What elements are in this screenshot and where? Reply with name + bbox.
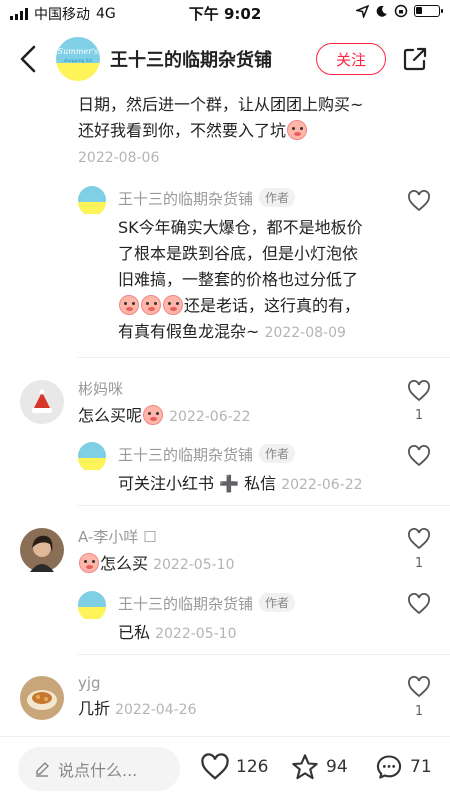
reply-avatar[interactable]	[78, 591, 106, 623]
collect-count: 94	[326, 757, 348, 777]
avatar[interactable]	[20, 676, 64, 724]
pencil-icon	[36, 762, 49, 777]
like-count: 1	[414, 408, 424, 423]
reply-text-line: 有真有假鱼龙混杂~ 2022-08-09	[118, 322, 346, 341]
avatar[interactable]	[20, 528, 64, 576]
comment-button[interactable]: 71	[374, 753, 432, 781]
comment-placeholder: 说点什么...	[58, 761, 138, 780]
commenter-name[interactable]: A-李小咩 ☐	[78, 526, 234, 547]
like-icon[interactable]	[407, 676, 431, 698]
reply-author-name[interactable]: 王十三的临期杂货铺	[118, 446, 253, 464]
emoji-icon	[287, 120, 308, 140]
location-icon	[356, 4, 369, 18]
divider	[78, 505, 450, 506]
divider	[78, 357, 450, 358]
emoji-icon	[79, 553, 99, 573]
heart-icon	[201, 753, 229, 780]
lock-rotation-icon	[394, 4, 408, 18]
comment-text: 怎么买 2022-05-10	[78, 551, 234, 578]
reply-comment[interactable]: 王十三的临期杂货铺 作者 已私 2022-05-10	[118, 593, 296, 647]
comment-date: 2022-05-10	[153, 557, 235, 573]
parent-comment[interactable]: 日期，然后进一个群，让从团团上购买~ 还好我看到你，不然要入了坑 2022-08…	[78, 92, 363, 166]
comment-bubble-icon	[376, 755, 402, 779]
comment-input[interactable]: 说点什么...	[18, 747, 180, 791]
status-bar: 中国移动 4G 下午 9:02	[0, 0, 450, 26]
reply-avatar[interactable]	[78, 186, 106, 218]
reply-comment[interactable]: 王十三的临期杂货铺 作者 SK今年确实大爆仓，都不是地板价 了根本是跌到谷底，但是…	[118, 188, 363, 346]
like-count: 1	[414, 556, 424, 571]
shop-avatar[interactable]: Summer's shopping list	[56, 37, 100, 81]
comment-date: 2022-08-06	[78, 150, 160, 166]
like-icon[interactable]	[407, 380, 431, 402]
parent-text-line: 日期，然后进一个群，让从团团上购买~	[78, 95, 364, 114]
shop-name[interactable]: 王十三的临期杂货铺	[110, 46, 272, 72]
comment-date: 2022-08-09	[264, 325, 346, 341]
emoji-icon	[141, 295, 161, 315]
reply-text-line: 旧难搞，一整套的价格也过分低了	[118, 270, 359, 289]
comment-date: 2022-06-22	[281, 477, 363, 493]
emoji-icon	[163, 295, 183, 315]
comment-date: 2022-06-22	[169, 409, 251, 425]
comment-count: 71	[410, 757, 432, 777]
divider	[78, 654, 450, 655]
avatar[interactable]	[20, 380, 64, 428]
like-icon[interactable]	[407, 190, 431, 212]
comment-text: 几折 2022-04-26	[78, 699, 197, 718]
author-badge: 作者	[259, 188, 296, 207]
avatar-subtext: shopping list	[64, 58, 93, 64]
like-count: 1	[414, 704, 424, 719]
like-icon[interactable]	[407, 593, 431, 615]
reply-avatar[interactable]	[78, 442, 106, 474]
reply-text: 可关注小红书 ➕ 私信 2022-06-22	[118, 474, 363, 493]
reply-author-name[interactable]: 王十三的临期杂货铺	[118, 190, 253, 208]
star-icon	[292, 754, 318, 780]
reply-text-line: 还是老话，这行真的有，	[118, 293, 363, 319]
collect-button[interactable]: 94	[290, 753, 348, 781]
parent-text-line: 还好我看到你，不然要入了坑	[78, 118, 363, 144]
commenter-name[interactable]: yjg	[78, 674, 196, 692]
comment[interactable]: yjg 几折 2022-04-26	[78, 674, 196, 723]
like-button[interactable]: 126	[200, 753, 268, 781]
header: Summer's shopping list 王十三的临期杂货铺 关注	[0, 32, 450, 86]
follow-button[interactable]: 关注	[316, 43, 386, 75]
moon-icon	[376, 5, 387, 17]
author-badge: 作者	[259, 593, 296, 612]
comment[interactable]: A-李小咩 ☐ 怎么买 2022-05-10	[78, 526, 234, 578]
battery-icon	[414, 5, 443, 17]
reply-text-line: SK今年确实大爆仓，都不是地板价	[118, 218, 363, 237]
reply-comment[interactable]: 王十三的临期杂货铺 作者 可关注小红书 ➕ 私信 2022-06-22	[118, 444, 363, 498]
comment-text: 怎么买呢 2022-06-22	[78, 405, 251, 425]
emoji-icon	[119, 295, 139, 315]
bottom-bar: 说点什么... 126 94 71	[0, 736, 450, 800]
commenter-name[interactable]: 彬妈咪	[78, 378, 250, 399]
comment[interactable]: 彬妈咪 怎么买呢 2022-06-22	[78, 378, 250, 430]
back-icon[interactable]	[16, 44, 40, 74]
like-icon[interactable]	[407, 445, 431, 467]
comment-date: 2022-05-10	[155, 626, 237, 642]
emoji-icon	[143, 405, 164, 425]
like-count-total: 126	[236, 757, 269, 777]
share-icon[interactable]	[402, 46, 428, 72]
comment-date: 2022-04-26	[115, 702, 197, 718]
avatar-text: Summer's	[58, 47, 99, 56]
author-badge: 作者	[259, 444, 296, 463]
reply-author-name[interactable]: 王十三的临期杂货铺	[118, 595, 253, 613]
reply-text: 已私 2022-05-10	[118, 623, 237, 642]
like-icon[interactable]	[407, 528, 431, 550]
reply-text-line: 了根本是跌到谷底，但是小灯泡依	[118, 244, 359, 263]
